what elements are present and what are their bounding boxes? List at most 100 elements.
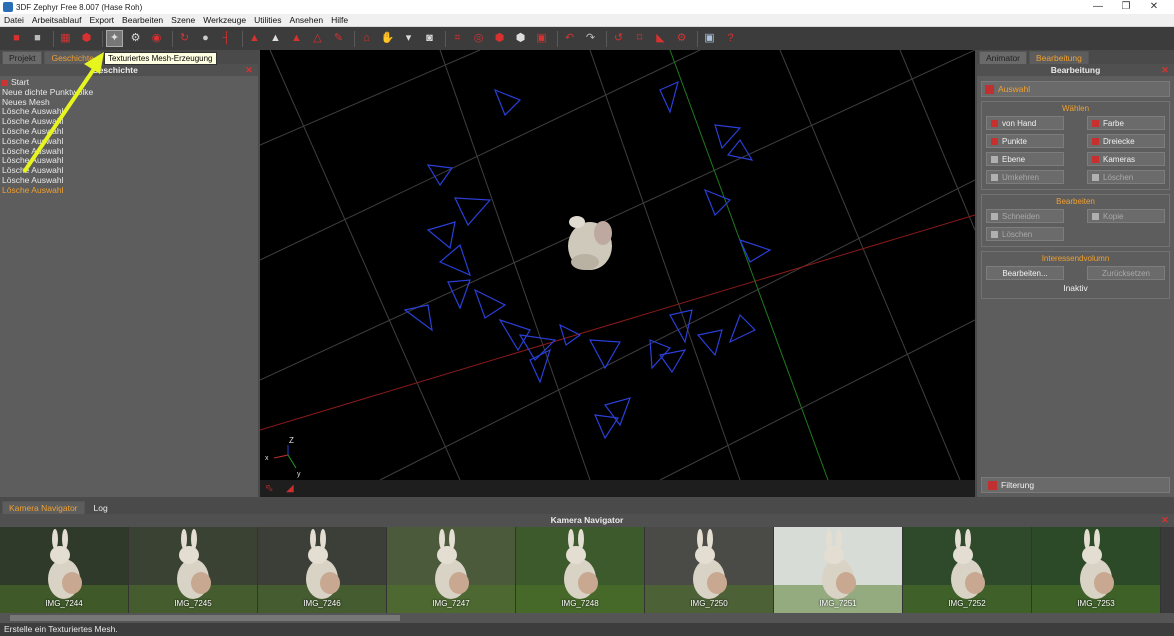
tab-geschichte[interactable]: Geschichte bbox=[44, 51, 101, 64]
camera-frustum[interactable] bbox=[726, 138, 754, 161]
schneiden-button[interactable]: Schneiden bbox=[986, 209, 1064, 223]
menu-szene[interactable]: Szene bbox=[167, 15, 199, 25]
ruler-tool-icon[interactable]: ◢ bbox=[286, 483, 294, 494]
volume-edit-button[interactable]: Bearbeiten... bbox=[986, 266, 1064, 280]
camera-frustum[interactable] bbox=[426, 164, 454, 187]
menu-arbeitsablauf[interactable]: Arbeitsablauf bbox=[28, 15, 86, 25]
kameras-button[interactable]: Kameras bbox=[1087, 152, 1165, 166]
camera-frustum[interactable] bbox=[403, 304, 433, 332]
camera-thumbnail[interactable]: IMG_7246 bbox=[258, 527, 387, 613]
camera-thumbnail[interactable]: IMG_7248 bbox=[516, 527, 645, 613]
loeschen-selection-button[interactable]: Löschen bbox=[1087, 170, 1165, 184]
camera-thumbnail[interactable]: IMG_7251 bbox=[774, 527, 903, 613]
camera-frustum[interactable] bbox=[728, 313, 757, 344]
project-wizard-icon[interactable]: ▦ bbox=[57, 30, 74, 47]
orbit-icon[interactable]: ↺ bbox=[610, 30, 627, 47]
render-icon[interactable]: ▣ bbox=[533, 30, 550, 47]
camera-frustum[interactable] bbox=[454, 197, 492, 227]
camera-frustum[interactable] bbox=[669, 309, 693, 344]
menu-utilities[interactable]: Utilities bbox=[250, 15, 285, 25]
ebene-button[interactable]: Ebene bbox=[986, 152, 1064, 166]
volume-reset-button[interactable]: Zurücksetzen bbox=[1087, 266, 1165, 280]
camera-frustum[interactable] bbox=[603, 397, 631, 427]
thumbnail-scrollbar[interactable] bbox=[0, 613, 1174, 623]
umkehren-button[interactable]: Umkehren bbox=[986, 170, 1064, 184]
camera-frustum[interactable] bbox=[659, 80, 679, 114]
auswahl-section[interactable]: Auswahl bbox=[981, 81, 1170, 97]
robot-icon[interactable]: ⌂ bbox=[358, 30, 375, 47]
textured-mesh-icon[interactable]: ✦ bbox=[106, 30, 123, 47]
camera-frustum[interactable] bbox=[493, 88, 522, 117]
scrollbar-thumb[interactable] bbox=[10, 615, 400, 621]
camera-frustum[interactable] bbox=[438, 243, 471, 277]
dreiecke-button[interactable]: Dreiecke bbox=[1087, 134, 1165, 148]
restore-icon[interactable]: ❐ bbox=[1112, 0, 1140, 14]
filterung-section[interactable]: Filterung bbox=[981, 477, 1170, 493]
camera-frustum[interactable] bbox=[658, 349, 687, 374]
tab-log[interactable]: Log bbox=[86, 501, 115, 514]
camera-settings-icon[interactable]: ⚙ bbox=[127, 30, 144, 47]
menu-werkzeuge[interactable]: Werkzeuge bbox=[199, 15, 250, 25]
camera-frustum[interactable] bbox=[529, 348, 551, 384]
menu-ansehen[interactable]: Ansehen bbox=[286, 15, 328, 25]
punkte-button[interactable]: Punkte bbox=[986, 134, 1064, 148]
brush-icon[interactable]: ✎ bbox=[330, 30, 347, 47]
pin-icon[interactable]: ▲ bbox=[246, 30, 263, 47]
von-hand-button[interactable]: von Hand bbox=[986, 116, 1064, 130]
mesh-icon[interactable]: ▲ bbox=[267, 30, 284, 47]
triangle-outline-icon[interactable]: △ bbox=[309, 30, 326, 47]
screenshot-icon[interactable]: ◉ bbox=[148, 30, 165, 47]
ruler-icon[interactable]: ◣ bbox=[652, 30, 669, 47]
camera-thumbnail[interactable]: IMG_7253 bbox=[1032, 527, 1161, 613]
loeschen-edit-button[interactable]: Löschen bbox=[986, 227, 1064, 241]
camera-frustum[interactable] bbox=[696, 329, 723, 357]
rotate-icon[interactable]: ↻ bbox=[176, 30, 193, 47]
tab-projekt[interactable]: Projekt bbox=[2, 51, 43, 64]
menu-export[interactable]: Export bbox=[85, 15, 118, 25]
camera-thumbnail[interactable]: IMG_7247 bbox=[387, 527, 516, 613]
tab-bearbeitung[interactable]: Bearbeitung bbox=[1029, 51, 1089, 64]
settings-icon[interactable]: ⚙ bbox=[673, 30, 690, 47]
hand-icon[interactable]: ✋ bbox=[379, 30, 396, 47]
sphere-icon[interactable]: ◎ bbox=[470, 30, 487, 47]
hexagon-icon[interactable]: ⬢ bbox=[512, 30, 529, 47]
point-icon[interactable]: ● bbox=[197, 30, 214, 47]
cube-view-icon[interactable]: ▣ bbox=[701, 30, 718, 47]
camera-thumbnail[interactable]: IMG_7245 bbox=[129, 527, 258, 613]
close-icon[interactable]: ✕ bbox=[1140, 0, 1168, 14]
camera-frustum[interactable] bbox=[738, 238, 772, 263]
folder-open-icon[interactable]: ■ bbox=[8, 30, 25, 47]
close-panel-icon[interactable]: ✕ bbox=[244, 65, 254, 75]
selection-tool-icon[interactable]: ⬁ bbox=[265, 483, 273, 494]
tab-kamera-navigator[interactable]: Kamera Navigator bbox=[2, 501, 85, 514]
undo-icon[interactable]: ↶ bbox=[561, 30, 578, 47]
kopie-button[interactable]: Kopie bbox=[1087, 209, 1165, 223]
camera-frustum[interactable] bbox=[426, 221, 456, 250]
camera-thumbnail[interactable]: IMG_7244 bbox=[0, 527, 129, 613]
tab-animator[interactable]: Animator bbox=[979, 51, 1028, 64]
minimize-icon[interactable]: — bbox=[1084, 0, 1112, 14]
history-item[interactable]: Lösche Auswahl bbox=[2, 185, 256, 196]
camera-thumbnail[interactable]: IMG_7250 bbox=[645, 527, 774, 613]
camera-frustum[interactable] bbox=[588, 339, 622, 370]
grid-icon[interactable]: ⌗ bbox=[449, 30, 466, 47]
boolean-icon[interactable]: ◙ bbox=[421, 30, 438, 47]
measure-icon[interactable]: ┤ bbox=[218, 30, 235, 47]
3d-viewport[interactable]: Z x y ⬁ ◢ bbox=[260, 50, 975, 497]
menu-bearbeiten[interactable]: Bearbeiten bbox=[118, 15, 167, 25]
redo-icon[interactable]: ↷ bbox=[582, 30, 599, 47]
save-icon[interactable]: ■ bbox=[29, 30, 46, 47]
camera-frustum[interactable] bbox=[498, 318, 531, 352]
close-panel-icon[interactable]: ✕ bbox=[1160, 515, 1170, 525]
cube-icon[interactable]: ⬢ bbox=[491, 30, 508, 47]
crop-icon[interactable]: ⌑ bbox=[631, 30, 648, 47]
camera-thumbnail[interactable]: IMG_7252 bbox=[903, 527, 1032, 613]
farbe-button[interactable]: Farbe bbox=[1087, 116, 1165, 130]
menu-datei[interactable]: Datei bbox=[0, 15, 28, 25]
viewport-scene[interactable]: Z x y bbox=[260, 50, 975, 480]
menu-hilfe[interactable]: Hilfe bbox=[327, 15, 352, 25]
camera-frustum[interactable] bbox=[473, 288, 507, 319]
triangle-icon[interactable]: ▲ bbox=[288, 30, 305, 47]
filter-icon[interactable]: ▾ bbox=[400, 30, 417, 47]
help-icon[interactable]: ? bbox=[722, 30, 739, 47]
